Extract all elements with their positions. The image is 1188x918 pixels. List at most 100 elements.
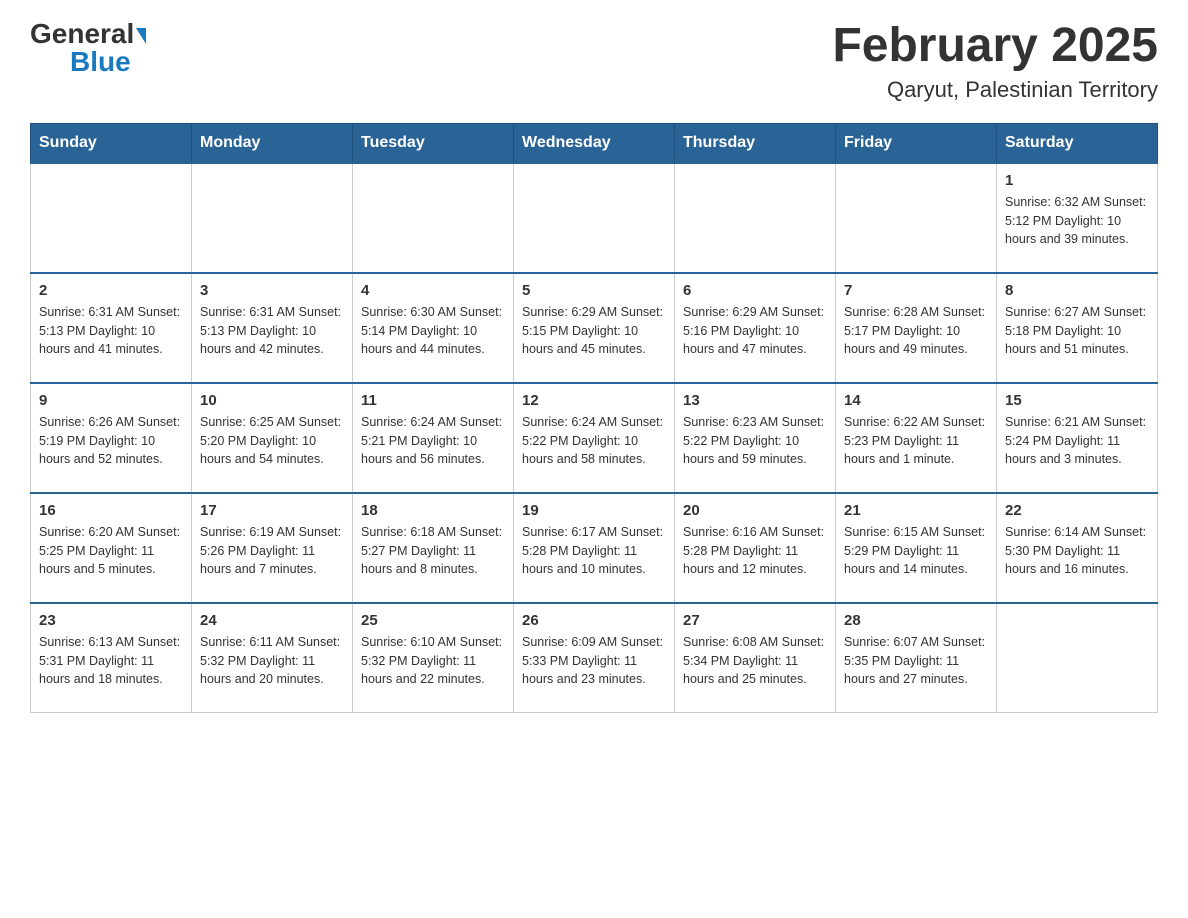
day-number: 12 — [522, 392, 666, 409]
day-number: 4 — [361, 282, 505, 299]
calendar-cell: 5 Sunrise: 6:29 AM Sunset: 5:15 PM Daylig… — [514, 273, 675, 383]
day-info: Sunrise: 6:24 AM Sunset: 5:22 PM Dayligh… — [522, 413, 666, 469]
header-friday: Friday — [836, 123, 997, 163]
day-info: Sunrise: 6:16 AM Sunset: 5:28 PM Dayligh… — [683, 523, 827, 579]
calendar-cell: 27 Sunrise: 6:08 AM Sunset: 5:34 PM Dayli… — [675, 603, 836, 713]
week-row-1: 1 Sunrise: 6:32 AM Sunset: 5:12 PM Daylig… — [31, 163, 1158, 273]
day-number: 28 — [844, 612, 988, 629]
calendar-cell: 11 Sunrise: 6:24 AM Sunset: 5:21 PM Dayli… — [353, 383, 514, 493]
calendar-cell: 25 Sunrise: 6:10 AM Sunset: 5:32 PM Dayli… — [353, 603, 514, 713]
calendar-cell: 10 Sunrise: 6:25 AM Sunset: 5:20 PM Dayli… — [192, 383, 353, 493]
day-info: Sunrise: 6:17 AM Sunset: 5:28 PM Dayligh… — [522, 523, 666, 579]
calendar-title: February 2025 — [832, 20, 1158, 73]
day-info: Sunrise: 6:28 AM Sunset: 5:17 PM Dayligh… — [844, 303, 988, 359]
day-number: 5 — [522, 282, 666, 299]
calendar-cell: 4 Sunrise: 6:30 AM Sunset: 5:14 PM Daylig… — [353, 273, 514, 383]
day-info: Sunrise: 6:08 AM Sunset: 5:34 PM Dayligh… — [683, 633, 827, 689]
day-info: Sunrise: 6:26 AM Sunset: 5:19 PM Dayligh… — [39, 413, 183, 469]
calendar-cell: 23 Sunrise: 6:13 AM Sunset: 5:31 PM Dayli… — [31, 603, 192, 713]
calendar-cell: 12 Sunrise: 6:24 AM Sunset: 5:22 PM Dayli… — [514, 383, 675, 493]
calendar-cell: 26 Sunrise: 6:09 AM Sunset: 5:33 PM Dayli… — [514, 603, 675, 713]
day-info: Sunrise: 6:22 AM Sunset: 5:23 PM Dayligh… — [844, 413, 988, 469]
day-number: 16 — [39, 502, 183, 519]
calendar-cell — [192, 163, 353, 273]
logo-blue-text: Blue — [70, 48, 131, 76]
calendar-cell: 22 Sunrise: 6:14 AM Sunset: 5:30 PM Dayli… — [997, 493, 1158, 603]
day-info: Sunrise: 6:19 AM Sunset: 5:26 PM Dayligh… — [200, 523, 344, 579]
calendar-cell: 1 Sunrise: 6:32 AM Sunset: 5:12 PM Daylig… — [997, 163, 1158, 273]
day-info: Sunrise: 6:13 AM Sunset: 5:31 PM Dayligh… — [39, 633, 183, 689]
week-row-2: 2 Sunrise: 6:31 AM Sunset: 5:13 PM Daylig… — [31, 273, 1158, 383]
week-row-4: 16 Sunrise: 6:20 AM Sunset: 5:25 PM Dayli… — [31, 493, 1158, 603]
calendar-cell: 21 Sunrise: 6:15 AM Sunset: 5:29 PM Dayli… — [836, 493, 997, 603]
week-row-5: 23 Sunrise: 6:13 AM Sunset: 5:31 PM Dayli… — [31, 603, 1158, 713]
calendar-cell — [836, 163, 997, 273]
calendar-cell: 28 Sunrise: 6:07 AM Sunset: 5:35 PM Dayli… — [836, 603, 997, 713]
day-number: 1 — [1005, 172, 1149, 189]
day-info: Sunrise: 6:25 AM Sunset: 5:20 PM Dayligh… — [200, 413, 344, 469]
day-info: Sunrise: 6:27 AM Sunset: 5:18 PM Dayligh… — [1005, 303, 1149, 359]
calendar-cell: 16 Sunrise: 6:20 AM Sunset: 5:25 PM Dayli… — [31, 493, 192, 603]
header-saturday: Saturday — [997, 123, 1158, 163]
calendar-cell: 8 Sunrise: 6:27 AM Sunset: 5:18 PM Daylig… — [997, 273, 1158, 383]
day-info: Sunrise: 6:24 AM Sunset: 5:21 PM Dayligh… — [361, 413, 505, 469]
header-monday: Monday — [192, 123, 353, 163]
day-info: Sunrise: 6:30 AM Sunset: 5:14 PM Dayligh… — [361, 303, 505, 359]
day-info: Sunrise: 6:15 AM Sunset: 5:29 PM Dayligh… — [844, 523, 988, 579]
day-number: 8 — [1005, 282, 1149, 299]
week-row-3: 9 Sunrise: 6:26 AM Sunset: 5:19 PM Daylig… — [31, 383, 1158, 493]
day-info: Sunrise: 6:09 AM Sunset: 5:33 PM Dayligh… — [522, 633, 666, 689]
calendar-cell: 18Sunrise: 6:18 AM Sunset: 5:27 PM Dayli… — [353, 493, 514, 603]
header-sunday: Sunday — [31, 123, 192, 163]
day-info: Sunrise: 6:29 AM Sunset: 5:16 PM Dayligh… — [683, 303, 827, 359]
calendar-cell: 7 Sunrise: 6:28 AM Sunset: 5:17 PM Daylig… — [836, 273, 997, 383]
day-number: 2 — [39, 282, 183, 299]
calendar-cell: 3 Sunrise: 6:31 AM Sunset: 5:13 PM Daylig… — [192, 273, 353, 383]
day-info: Sunrise: 6:11 AM Sunset: 5:32 PM Dayligh… — [200, 633, 344, 689]
calendar-cell: 9 Sunrise: 6:26 AM Sunset: 5:19 PM Daylig… — [31, 383, 192, 493]
day-number: 17 — [200, 502, 344, 519]
day-number: 19 — [522, 502, 666, 519]
day-number: 26 — [522, 612, 666, 629]
day-info: Sunrise: 6:07 AM Sunset: 5:35 PM Dayligh… — [844, 633, 988, 689]
header-thursday: Thursday — [675, 123, 836, 163]
calendar-cell: 14 Sunrise: 6:22 AM Sunset: 5:23 PM Dayli… — [836, 383, 997, 493]
calendar-cell: 2 Sunrise: 6:31 AM Sunset: 5:13 PM Daylig… — [31, 273, 192, 383]
day-info: Sunrise: 6:10 AM Sunset: 5:32 PM Dayligh… — [361, 633, 505, 689]
day-info: Sunrise: 6:14 AM Sunset: 5:30 PM Dayligh… — [1005, 523, 1149, 579]
calendar-cell — [353, 163, 514, 273]
day-number: 23 — [39, 612, 183, 629]
day-number: 11 — [361, 392, 505, 409]
day-info: Sunrise: 6:32 AM Sunset: 5:12 PM Dayligh… — [1005, 193, 1149, 249]
day-number: 27 — [683, 612, 827, 629]
day-number: 13 — [683, 392, 827, 409]
calendar-cell: 20 Sunrise: 6:16 AM Sunset: 5:28 PM Dayli… — [675, 493, 836, 603]
day-info: Sunrise: 6:31 AM Sunset: 5:13 PM Dayligh… — [39, 303, 183, 359]
calendar-cell: 17 Sunrise: 6:19 AM Sunset: 5:26 PM Dayli… — [192, 493, 353, 603]
day-number: 25 — [361, 612, 505, 629]
day-number: 24 — [200, 612, 344, 629]
calendar-table: Sunday Monday Tuesday Wednesday Thursday… — [30, 123, 1158, 714]
day-number: 15 — [1005, 392, 1149, 409]
day-info: Sunrise: 6:23 AM Sunset: 5:22 PM Dayligh… — [683, 413, 827, 469]
weekday-header-row: Sunday Monday Tuesday Wednesday Thursday… — [31, 123, 1158, 163]
day-number: 10 — [200, 392, 344, 409]
day-number: 9 — [39, 392, 183, 409]
day-number: 14 — [844, 392, 988, 409]
day-number: 22 — [1005, 502, 1149, 519]
day-info: Sunrise: 6:20 AM Sunset: 5:25 PM Dayligh… — [39, 523, 183, 579]
day-info: Sunrise: 6:31 AM Sunset: 5:13 PM Dayligh… — [200, 303, 344, 359]
header-tuesday: Tuesday — [353, 123, 514, 163]
day-info: Sunrise: 6:21 AM Sunset: 5:24 PM Dayligh… — [1005, 413, 1149, 469]
day-number: 7 — [844, 282, 988, 299]
day-number: 21 — [844, 502, 988, 519]
calendar-cell: 13 Sunrise: 6:23 AM Sunset: 5:22 PM Dayli… — [675, 383, 836, 493]
logo: General Blue — [30, 20, 146, 76]
calendar-cell: 24 Sunrise: 6:11 AM Sunset: 5:32 PM Dayli… — [192, 603, 353, 713]
calendar-cell: 19 Sunrise: 6:17 AM Sunset: 5:28 PM Dayli… — [514, 493, 675, 603]
day-info: Sunrise: 6:29 AM Sunset: 5:15 PM Dayligh… — [522, 303, 666, 359]
day-number: 18 — [361, 502, 505, 519]
day-number: 20 — [683, 502, 827, 519]
calendar-cell: 15 Sunrise: 6:21 AM Sunset: 5:24 PM Dayli… — [997, 383, 1158, 493]
day-number: 3 — [200, 282, 344, 299]
